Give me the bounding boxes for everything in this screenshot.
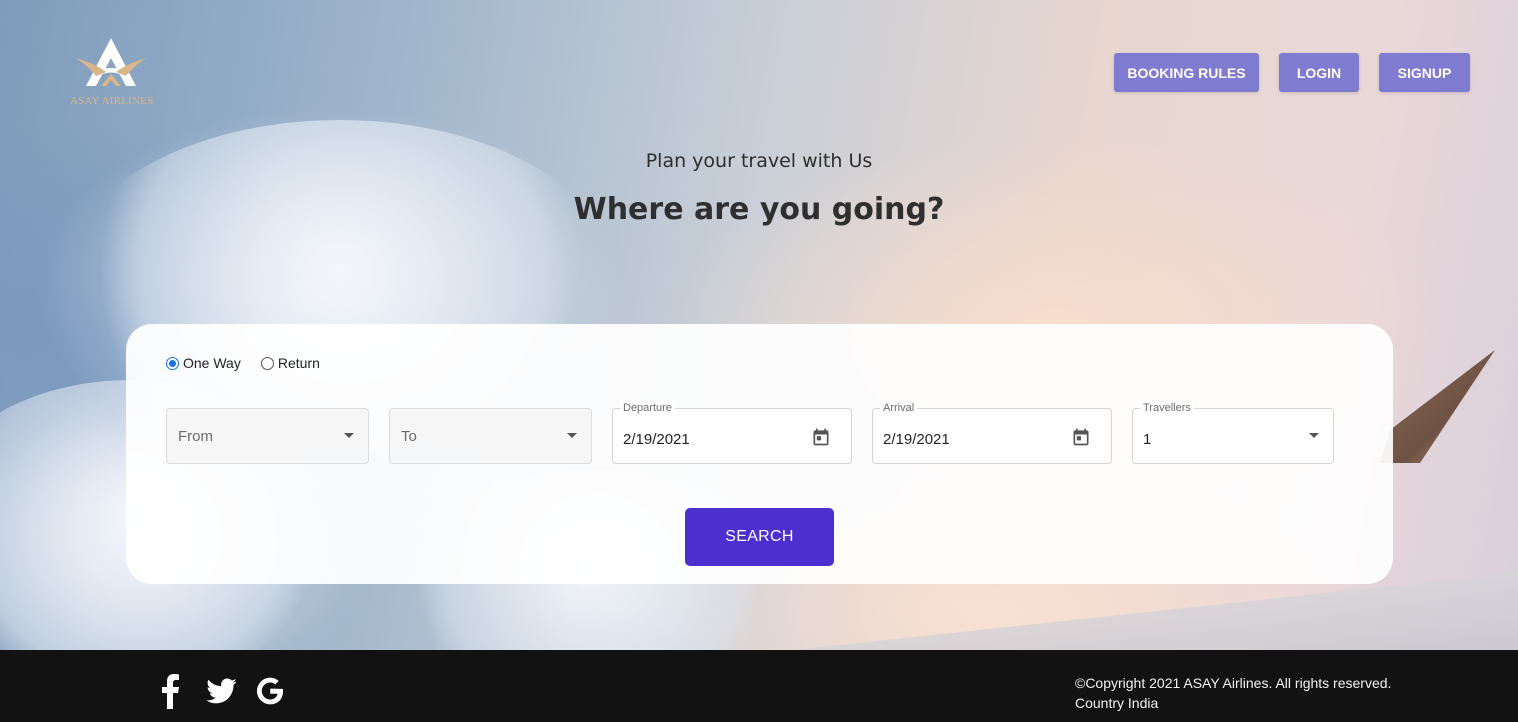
arrival-label: Arrival bbox=[880, 402, 918, 414]
google-icon[interactable] bbox=[254, 673, 286, 709]
calendar-icon[interactable] bbox=[1071, 427, 1091, 447]
copyright-text: ©Copyright 2021 ASAY Airlines. All right… bbox=[1075, 675, 1392, 691]
from-placeholder: From bbox=[178, 428, 213, 445]
arrival-value[interactable]: 2/19/2021 bbox=[883, 431, 950, 448]
to-select[interactable]: To bbox=[389, 408, 592, 464]
travellers-select[interactable]: Travellers 1 bbox=[1132, 402, 1334, 464]
departure-value[interactable]: 2/19/2021 bbox=[623, 431, 690, 448]
trip-type-label: Return bbox=[277, 355, 320, 371]
chevron-down-icon[interactable] bbox=[567, 433, 577, 438]
hero-headline: Where are you going? bbox=[573, 192, 945, 227]
booking-rules-button[interactable]: BOOKING RULES bbox=[1114, 53, 1259, 92]
chevron-down-icon[interactable] bbox=[344, 433, 354, 438]
from-select[interactable]: From bbox=[166, 408, 369, 464]
twitter-icon[interactable] bbox=[205, 673, 238, 709]
to-placeholder: To bbox=[401, 428, 417, 445]
trip-type-group: One Way Return bbox=[166, 355, 340, 371]
departure-label: Departure bbox=[620, 402, 675, 414]
login-button[interactable]: LOGIN bbox=[1279, 53, 1359, 92]
trip-type-return[interactable]: Return bbox=[260, 355, 320, 371]
footer-copyright: ©Copyright 2021 ASAY Airlines. All right… bbox=[1075, 673, 1391, 713]
signup-button[interactable]: SIGNUP bbox=[1379, 53, 1470, 92]
arrival-date-field[interactable]: Arrival 2/19/2021 bbox=[872, 402, 1112, 464]
hero-subtitle: Plan your travel with Us bbox=[645, 150, 873, 172]
chevron-down-icon[interactable] bbox=[1309, 433, 1319, 438]
travellers-value: 1 bbox=[1143, 431, 1152, 448]
facebook-icon[interactable] bbox=[160, 673, 180, 709]
calendar-icon[interactable] bbox=[811, 427, 831, 447]
brand-name: ASAY AIRLINES bbox=[70, 95, 154, 107]
trip-type-one-way[interactable]: One Way bbox=[166, 355, 241, 371]
country-text: Country India bbox=[1075, 695, 1159, 711]
search-button[interactable]: SEARCH bbox=[685, 508, 834, 566]
travellers-label: Travellers bbox=[1140, 402, 1194, 414]
radio-unchecked-icon[interactable] bbox=[260, 356, 274, 370]
trip-type-label: One Way bbox=[183, 355, 241, 371]
departure-date-field[interactable]: Departure 2/19/2021 bbox=[612, 402, 852, 464]
radio-checked-icon[interactable] bbox=[166, 356, 179, 370]
